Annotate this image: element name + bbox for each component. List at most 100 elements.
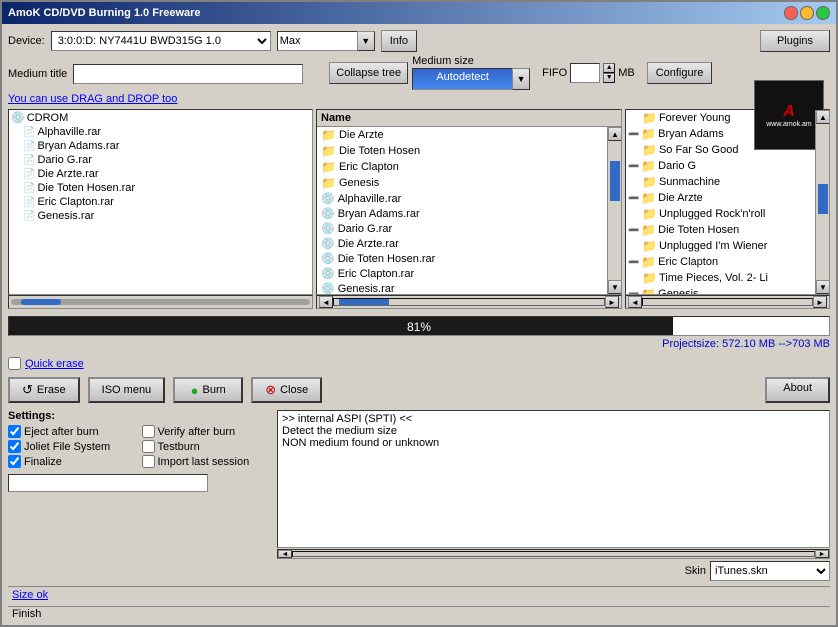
folder-item[interactable]: 📁 Die Toten Hosen bbox=[317, 143, 607, 159]
quick-erase-label[interactable]: Quick erase bbox=[25, 358, 84, 370]
status-input-row bbox=[8, 474, 273, 492]
center-panel-hscroll[interactable]: ◄ ► bbox=[316, 295, 622, 309]
right-tree-item[interactable]: ➖📁 Dario G bbox=[626, 158, 815, 174]
import-checkbox[interactable] bbox=[142, 455, 155, 468]
right-panel-hscroll[interactable]: ◄ ► bbox=[625, 295, 830, 309]
file-item[interactable]: 💿 Alphaville.rar bbox=[317, 191, 607, 206]
right-tree-item[interactable]: ➖📁 Bryan Adams bbox=[626, 126, 815, 142]
hscroll-left-btn[interactable]: ◄ bbox=[319, 296, 333, 308]
right-tree-item[interactable]: ➖📁 Die Arzte bbox=[626, 190, 815, 206]
right-tree-item[interactable]: ➖📁 Genesis bbox=[626, 286, 815, 294]
collapse-tree-button[interactable]: Collapse tree bbox=[329, 62, 408, 84]
file-item[interactable]: 💿 Die Arzte.rar bbox=[317, 236, 607, 251]
autodetect-combo[interactable]: Autodetect ▼ bbox=[412, 68, 530, 90]
right-scroll-up[interactable]: ▲ bbox=[816, 110, 829, 124]
file-item[interactable]: 💿 Dario G.rar bbox=[317, 221, 607, 236]
device-select[interactable]: 3:0:0:D: NY7441U BWD315G 1.0 bbox=[51, 31, 271, 51]
bottom-section: Settings: Eject after burn Verify after … bbox=[8, 410, 830, 581]
settings-eject[interactable]: Eject after burn bbox=[8, 425, 140, 438]
right-tree-item[interactable]: ➖📁 Eric Clapton bbox=[626, 254, 815, 270]
settings-joliet[interactable]: Joliet File System bbox=[8, 440, 140, 453]
right-tree-item[interactable]: ➖📁 Die Toten Hosen bbox=[626, 222, 815, 238]
burn-button[interactable]: ● Burn bbox=[173, 377, 243, 403]
right-tree-item[interactable]: 📁 Unplugged Rock'n'roll bbox=[626, 206, 815, 222]
plugins-button[interactable]: Plugins bbox=[760, 30, 830, 52]
log-line: NON medium found or unknown bbox=[282, 437, 825, 449]
tree-item[interactable]: 📄 Genesis.rar bbox=[9, 209, 312, 223]
settings-import[interactable]: Import last session bbox=[142, 455, 274, 468]
maximize-button[interactable] bbox=[816, 6, 830, 20]
size-ok-text[interactable]: Size ok bbox=[12, 589, 48, 601]
minus-icon: ➖ bbox=[628, 161, 639, 172]
tree-root[interactable]: 💿 CDROM bbox=[9, 110, 312, 125]
folder-item[interactable]: 📁 Genesis bbox=[317, 175, 607, 191]
folder-icon: 📁 bbox=[642, 207, 657, 221]
settings-title: Settings: bbox=[8, 410, 273, 422]
speed-dropdown-btn[interactable]: ▼ bbox=[357, 31, 375, 51]
right-tree-item[interactable]: 📁 So Far So Good bbox=[626, 142, 815, 158]
hscroll-right-btn[interactable]: ► bbox=[605, 296, 619, 308]
eject-checkbox[interactable] bbox=[8, 425, 21, 438]
right-hscroll-left[interactable]: ◄ bbox=[628, 296, 642, 308]
right-tree-item[interactable]: 📁 Unplugged I'm Wiener bbox=[626, 238, 815, 254]
medium-title-input[interactable]: CDROM bbox=[73, 64, 303, 84]
right-vscroll[interactable]: ▲ ▼ bbox=[815, 110, 829, 294]
window-controls[interactable] bbox=[784, 6, 830, 20]
file-icon: 📄 bbox=[23, 155, 35, 166]
center-vscroll[interactable]: ▲ ▼ bbox=[607, 127, 621, 294]
verify-checkbox[interactable] bbox=[142, 425, 155, 438]
info-button[interactable]: Info bbox=[381, 30, 417, 52]
file-item[interactable]: 💿 Bryan Adams.rar bbox=[317, 206, 607, 221]
fifo-input[interactable]: 16 bbox=[570, 63, 600, 83]
status-input[interactable] bbox=[8, 474, 208, 492]
settings-test[interactable]: Testburn bbox=[142, 440, 274, 453]
fifo-down-btn[interactable]: ▼ bbox=[603, 73, 615, 83]
autodetect-dropdown-btn[interactable]: ▼ bbox=[512, 68, 530, 90]
right-tree-item[interactable]: 📁 Time Pieces, Vol. 2- Li bbox=[626, 270, 815, 286]
file-items: 💿 Alphaville.rar💿 Bryan Adams.rar💿 Dario… bbox=[317, 191, 607, 294]
fifo-up-btn[interactable]: ▲ bbox=[603, 63, 615, 73]
skin-select[interactable]: iTunes.skn bbox=[710, 561, 830, 581]
left-panel-hscroll[interactable] bbox=[8, 295, 313, 309]
tree-item[interactable]: 📄 Alphaville.rar bbox=[9, 125, 312, 139]
settings-finalize[interactable]: Finalize bbox=[8, 455, 140, 468]
file-item[interactable]: 💿 Eric Clapton.rar bbox=[317, 266, 607, 281]
tree-item[interactable]: 📄 Die Toten Hosen.rar bbox=[9, 181, 312, 195]
quick-erase-checkbox[interactable] bbox=[8, 357, 21, 370]
right-scroll-thumb bbox=[818, 184, 828, 214]
configure-button[interactable]: Configure bbox=[647, 62, 713, 84]
right-hscroll-right[interactable]: ► bbox=[813, 296, 827, 308]
tree-item[interactable]: 📄 Dario G.rar bbox=[9, 153, 312, 167]
finalize-checkbox[interactable] bbox=[8, 455, 21, 468]
joliet-checkbox[interactable] bbox=[8, 440, 21, 453]
file-item[interactable]: 💿 Die Toten Hosen.rar bbox=[317, 251, 607, 266]
test-checkbox[interactable] bbox=[142, 440, 155, 453]
speed-combo[interactable]: ▼ bbox=[277, 31, 375, 51]
log-scroll-right[interactable]: ► bbox=[815, 550, 829, 558]
file-item[interactable]: 💿 Genesis.rar bbox=[317, 281, 607, 294]
tree-item[interactable]: 📄 Eric Clapton.rar bbox=[9, 195, 312, 209]
iso-menu-button[interactable]: ISO menu bbox=[88, 377, 166, 403]
log-scroll-left[interactable]: ◄ bbox=[278, 550, 292, 558]
folder-item[interactable]: 📁 Die Arzte bbox=[317, 127, 607, 143]
speed-input[interactable] bbox=[277, 31, 357, 51]
close-app-button[interactable]: ⊗ Close bbox=[251, 377, 322, 403]
minimize-button[interactable] bbox=[800, 6, 814, 20]
log-section: >> internal ASPI (SPTI) <<Detect the med… bbox=[277, 410, 830, 581]
scroll-down-arrow[interactable]: ▼ bbox=[608, 280, 621, 294]
erase-button[interactable]: ↺ Erase bbox=[8, 377, 80, 403]
about-button[interactable]: About bbox=[765, 377, 830, 403]
right-tree-item[interactable]: 📁 Sunmachine bbox=[626, 174, 815, 190]
close-button[interactable] bbox=[784, 6, 798, 20]
right-tree-item[interactable]: 📁 Forever Young bbox=[626, 110, 815, 126]
log-hscroll[interactable]: ◄ ► bbox=[277, 549, 830, 559]
tree-item[interactable]: 📄 Bryan Adams.rar bbox=[9, 139, 312, 153]
right-scroll-down[interactable]: ▼ bbox=[816, 280, 829, 294]
folder-item[interactable]: 📁 Eric Clapton bbox=[317, 159, 607, 175]
scroll-up-arrow[interactable]: ▲ bbox=[608, 127, 621, 141]
fifo-spinner[interactable]: ▲ ▼ bbox=[603, 63, 615, 83]
folder-icon: 📁 bbox=[321, 128, 336, 142]
folder-icon: 📁 bbox=[321, 160, 336, 174]
settings-verify[interactable]: Verify after burn bbox=[142, 425, 274, 438]
tree-item[interactable]: 📄 Die Arzte.rar bbox=[9, 167, 312, 181]
